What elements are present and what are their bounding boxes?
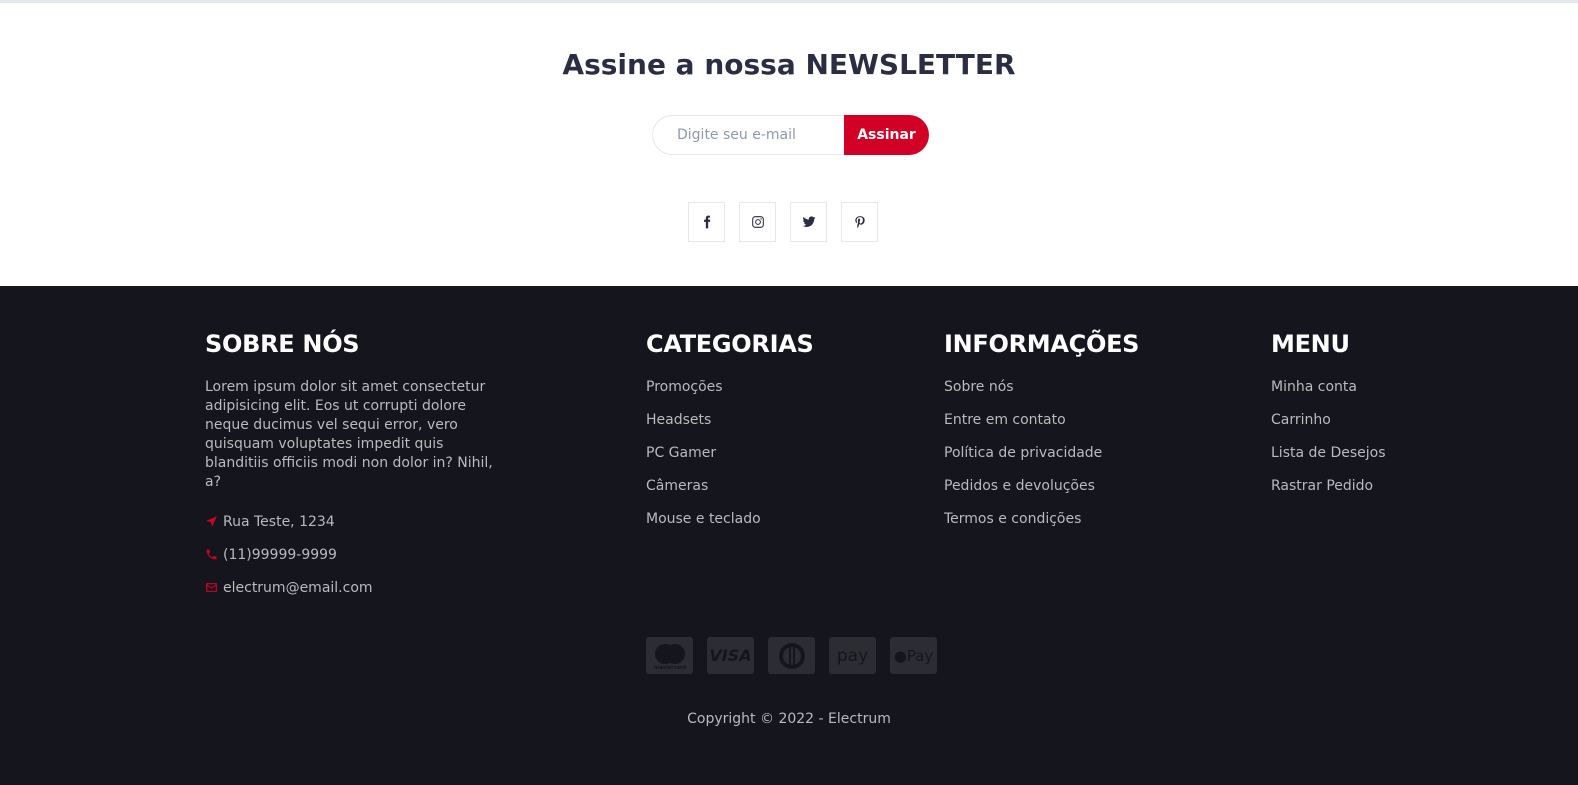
- instagram-icon: [751, 216, 764, 228]
- copyright-text: Copyright © 2022 - Electrum: [687, 711, 891, 727]
- information-link[interactable]: Termos e condições: [944, 510, 1139, 543]
- apple-pay-icon: ●Pay: [890, 637, 937, 674]
- category-link[interactable]: Mouse e teclado: [646, 510, 813, 543]
- about-heading: SOBRE NÓS: [205, 330, 360, 358]
- category-link[interactable]: Câmeras: [646, 477, 813, 510]
- instagram-link[interactable]: [739, 202, 776, 242]
- phone-icon: [206, 549, 217, 560]
- facebook-link[interactable]: [688, 202, 725, 242]
- categories-heading: CATEGORIAS: [646, 330, 814, 358]
- mastercard-icon: mastercard: [646, 637, 693, 674]
- about-text: Lorem ipsum dolor sit amet consectetur a…: [205, 379, 493, 490]
- categories-column: CATEGORIAS Promoções Headsets PC Gamer C…: [646, 330, 814, 543]
- menu-link[interactable]: Minha conta: [1271, 378, 1386, 411]
- amazon-pay-icon: pay: [829, 637, 876, 674]
- newsletter-title: Assine a nossa NEWSLETTER: [562, 48, 1016, 81]
- menu-link[interactable]: Carrinho: [1271, 411, 1386, 444]
- phone-item[interactable]: (11)99999-9999: [205, 538, 497, 571]
- category-link[interactable]: Headsets: [646, 411, 813, 444]
- email-input[interactable]: [652, 115, 844, 155]
- subscribe-button[interactable]: Assinar: [844, 115, 929, 155]
- information-link[interactable]: Entre em contato: [944, 411, 1139, 444]
- apple-pay-label: Pay: [906, 646, 934, 665]
- information-link[interactable]: Pedidos e devoluções: [944, 477, 1139, 510]
- category-link[interactable]: Promoções: [646, 378, 813, 411]
- address-text: Rua Teste, 1234: [223, 513, 335, 530]
- twitter-link[interactable]: [790, 202, 827, 242]
- information-link[interactable]: Sobre nós: [944, 378, 1139, 411]
- phone-text: (11)99999-9999: [223, 546, 337, 563]
- pinterest-icon: [854, 216, 865, 228]
- payment-methods: mastercard VISA pay ●Pay: [646, 637, 951, 674]
- categories-list: Promoções Headsets PC Gamer Câmeras Mous…: [646, 378, 813, 543]
- diners-icon: [768, 637, 815, 674]
- footer: SOBRE NÓS Lorem ipsum dolor sit amet con…: [0, 286, 1578, 785]
- twitter-icon: [802, 216, 815, 227]
- visa-label: VISA: [709, 646, 752, 665]
- email-text: electrum@email.com: [223, 579, 373, 596]
- address-item[interactable]: Rua Teste, 1234: [205, 505, 497, 538]
- envelope-icon: [206, 583, 217, 592]
- location-arrow-icon: [206, 516, 217, 527]
- menu-list: Minha conta Carrinho Lista de Desejos Ra…: [1271, 378, 1386, 510]
- newsletter-section: Assine a nossa NEWSLETTER Assinar: [0, 0, 1578, 286]
- visa-icon: VISA: [707, 637, 754, 674]
- pinterest-link[interactable]: [841, 202, 878, 242]
- menu-link[interactable]: Rastrar Pedido: [1271, 477, 1386, 510]
- email-item[interactable]: electrum@email.com: [205, 571, 497, 604]
- information-link[interactable]: Política de privacidade: [944, 444, 1139, 477]
- mastercard-label: mastercard: [653, 665, 686, 671]
- information-list: Sobre nós Entre em contato Política de p…: [944, 378, 1139, 543]
- newsletter-form: Assinar: [652, 115, 929, 155]
- menu-column: MENU Minha conta Carrinho Lista de Desej…: [1271, 330, 1386, 510]
- category-link[interactable]: PC Gamer: [646, 444, 813, 477]
- social-links: [0, 202, 1572, 242]
- about-column: SOBRE NÓS Lorem ipsum dolor sit amet con…: [205, 330, 497, 604]
- menu-heading: MENU: [1271, 330, 1350, 358]
- information-heading: INFORMAÇÕES: [944, 330, 1140, 358]
- menu-link[interactable]: Lista de Desejos: [1271, 444, 1386, 477]
- information-column: INFORMAÇÕES Sobre nós Entre em contato P…: [944, 330, 1139, 543]
- contact-list: Rua Teste, 1234 (11)99999-9999 electrum@…: [205, 505, 497, 604]
- facebook-icon: [703, 215, 710, 229]
- amazon-pay-label: pay: [836, 645, 869, 666]
